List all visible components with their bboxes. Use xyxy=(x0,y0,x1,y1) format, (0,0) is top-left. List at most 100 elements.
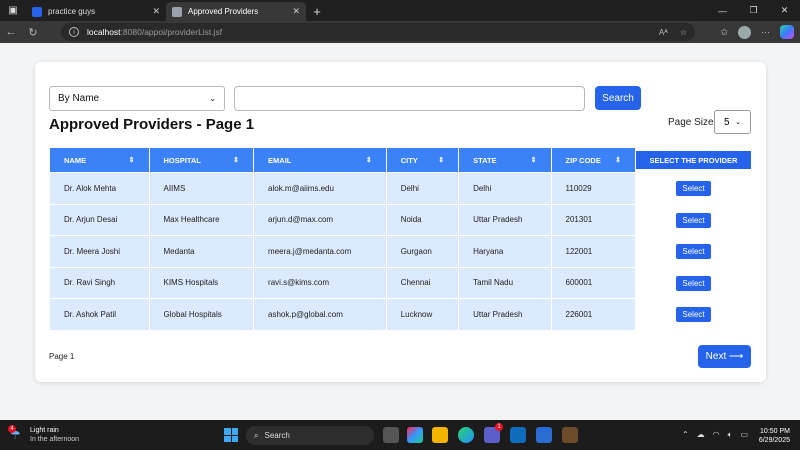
page-size-value: 5 xyxy=(724,116,730,128)
select-button[interactable]: Select xyxy=(676,244,711,259)
favorites-icon[interactable]: ✩ xyxy=(720,27,728,38)
column-label: EMAIL xyxy=(268,155,292,165)
taskbar-search[interactable]: ⌕ Search xyxy=(246,426,374,445)
cell-email: arjun.d@max.com xyxy=(254,204,386,235)
column-label: NAME xyxy=(64,155,87,165)
table-row: Dr. Meera Joshi Medanta meera.j@medanta.… xyxy=(50,236,635,267)
outlook-icon[interactable] xyxy=(510,427,526,443)
column-header-email[interactable]: EMAIL ⇕ xyxy=(254,148,386,172)
clock-date: 6/29/2025 xyxy=(758,437,790,444)
next-page-button[interactable]: Next ⟶ xyxy=(698,345,751,368)
window-menu-icon[interactable]: ▣ xyxy=(0,0,26,21)
copilot-icon[interactable] xyxy=(780,25,794,39)
cell-state: Delhi xyxy=(459,173,551,204)
clock[interactable]: 10:50 PM 6/29/2025 xyxy=(759,427,790,445)
column-header-state[interactable]: STATE ⇕ xyxy=(459,148,551,172)
select-provider-header: SELECT THE PROVIDER xyxy=(636,151,751,169)
select-button[interactable]: Select xyxy=(676,276,711,291)
site-info-icon[interactable]: i xyxy=(69,27,79,37)
weather-widget[interactable]: ☂ 4 Light rain In the afternoon xyxy=(8,425,80,444)
vscode-icon[interactable] xyxy=(536,427,552,443)
restore-icon[interactable]: ❐ xyxy=(738,5,769,16)
close-tab-icon[interactable]: ✕ xyxy=(292,6,300,17)
column-label: ZIP CODE xyxy=(565,155,601,165)
edge-browser-icon[interactable] xyxy=(458,427,474,443)
weather-subtitle: In the afternoon xyxy=(30,436,80,443)
cell-state: Tamil Nadu xyxy=(459,267,551,298)
providers-table: NAME ⇕ HOSPITAL ⇕ EMAIL ⇕ CITY ⇕ STATE ⇕ ZIP … xyxy=(49,147,636,331)
cell-zip: 600001 xyxy=(551,267,635,298)
clock-time: 10:50 PM xyxy=(760,428,790,435)
cell-zip: 201301 xyxy=(551,204,635,235)
search-icon: ⌕ xyxy=(254,430,259,440)
teams-icon[interactable]: 1 xyxy=(484,423,503,443)
wifi-icon[interactable]: ◠ xyxy=(713,430,720,440)
favorite-star-icon[interactable]: ☆ xyxy=(680,28,687,37)
copilot-app-icon[interactable] xyxy=(407,427,423,443)
search-input[interactable] xyxy=(234,86,585,111)
cell-name: Dr. Alok Mehta xyxy=(50,173,149,204)
cell-hospital: KIMS Hospitals xyxy=(149,267,254,298)
select-button[interactable]: Select xyxy=(676,213,711,228)
chevron-up-icon[interactable]: ⌃ xyxy=(682,430,689,440)
volume-icon[interactable]: 🔈︎ xyxy=(728,430,733,440)
cell-hospital: Max Healthcare xyxy=(149,204,254,235)
column-header-name[interactable]: NAME ⇕ xyxy=(50,148,149,172)
address-bar-row: ← ↻ i localhost:8080/appoi/providerList.… xyxy=(0,21,800,43)
search-filter-select[interactable]: By Name ⌄ xyxy=(49,86,225,111)
weather-title: Light rain xyxy=(30,427,59,434)
more-menu-icon[interactable]: ··· xyxy=(761,27,770,37)
profile-avatar[interactable] xyxy=(738,25,751,39)
filter-value: By Name xyxy=(58,93,100,104)
reload-icon[interactable]: ↻ xyxy=(22,26,44,39)
url-host: localhost xyxy=(87,27,121,37)
weather-badge: 4 xyxy=(8,425,16,433)
task-view-icon[interactable] xyxy=(383,427,399,443)
cell-city: Chennai xyxy=(386,267,459,298)
column-header-hospital[interactable]: HOSPITAL ⇕ xyxy=(149,148,254,172)
cell-email: meera.j@medanta.com xyxy=(254,236,386,267)
minimize-icon[interactable]: — xyxy=(707,6,738,16)
cell-email: ashok.p@global.com xyxy=(254,299,386,330)
system-tray: ⌃ ☁ ◠ 🔈︎ ▭ xyxy=(682,430,748,440)
cell-name: Dr. Meera Joshi xyxy=(50,236,149,267)
read-aloud-icon[interactable]: Aᴬ xyxy=(659,28,668,37)
page-content: By Name ⌄ Search Approved Providers - Pa… xyxy=(0,43,800,420)
search-button[interactable]: Search xyxy=(595,86,641,110)
onedrive-icon[interactable]: ☁ xyxy=(697,430,705,440)
column-header-city[interactable]: CITY ⇕ xyxy=(386,148,459,172)
app-icon[interactable] xyxy=(562,427,578,443)
chevron-down-icon: ⌄ xyxy=(735,119,741,126)
url-field[interactable]: i localhost:8080/appoi/providerList.jsf … xyxy=(61,23,695,41)
tab-practice-guys[interactable]: practice guys ✕ xyxy=(26,2,166,21)
cell-email: ravi.s@kims.com xyxy=(254,267,386,298)
page-icon xyxy=(172,6,182,17)
url-path: :8080/appoi/providerList.jsf xyxy=(120,27,223,37)
new-tab-button[interactable]: + xyxy=(306,2,328,21)
select-button[interactable]: Select xyxy=(676,307,711,322)
chevron-down-icon: ⌄ xyxy=(209,94,216,103)
cell-city: Lucknow xyxy=(386,299,459,330)
sort-icon: ⇕ xyxy=(438,156,445,164)
cell-state: Uttar Pradesh xyxy=(459,299,551,330)
cell-state: Uttar Pradesh xyxy=(459,204,551,235)
battery-icon[interactable]: ▭ xyxy=(740,430,748,440)
file-explorer-icon[interactable] xyxy=(432,427,448,443)
start-button[interactable] xyxy=(224,428,238,442)
favicon-icon xyxy=(32,6,42,17)
cell-state: Haryana xyxy=(459,236,551,267)
column-header-zip[interactable]: ZIP CODE ⇕ xyxy=(551,148,635,172)
page-size-select[interactable]: 5 ⌄ xyxy=(714,110,751,134)
back-icon[interactable]: ← xyxy=(0,26,22,38)
cell-zip: 226001 xyxy=(551,299,635,330)
sort-icon: ⇕ xyxy=(233,156,240,164)
browser-tab-bar: ▣ practice guys ✕ Approved Providers ✕ +… xyxy=(0,0,800,21)
rain-cloud-icon: ☂ 4 xyxy=(8,425,21,442)
window-controls: — ❐ ✕ xyxy=(707,0,800,21)
close-tab-icon[interactable]: ✕ xyxy=(152,6,160,17)
select-button[interactable]: Select xyxy=(676,181,711,196)
cell-zip: 110029 xyxy=(551,173,635,204)
cell-hospital: Global Hospitals xyxy=(149,299,254,330)
close-window-icon[interactable]: ✕ xyxy=(769,5,800,16)
tab-approved-providers[interactable]: Approved Providers ✕ xyxy=(166,2,306,21)
